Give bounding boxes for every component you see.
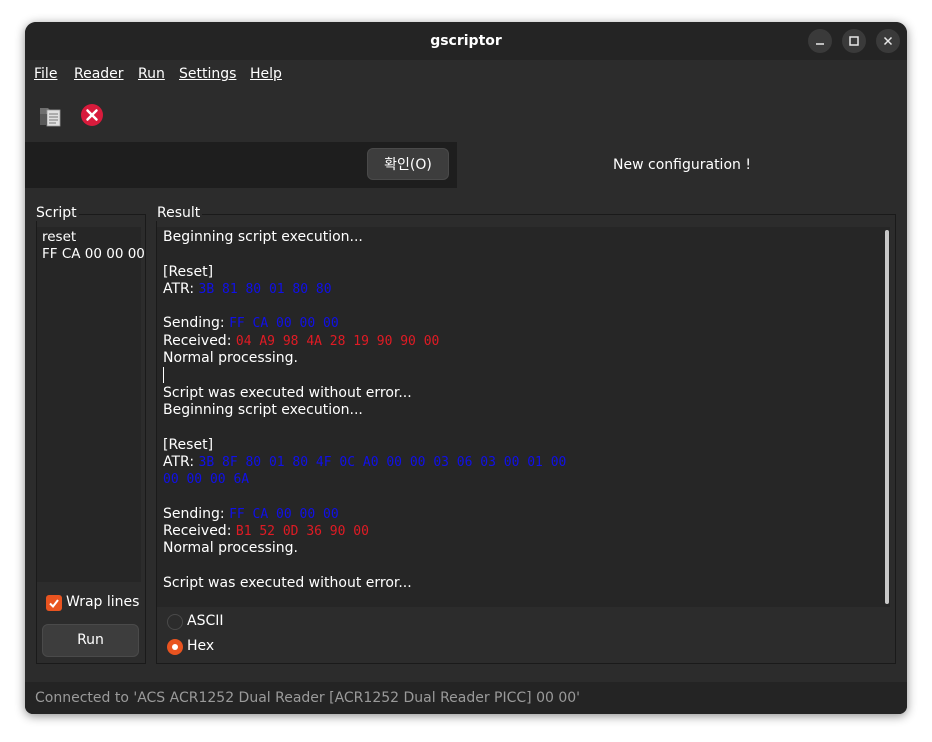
minimize-button[interactable]	[808, 29, 832, 53]
received-value: B1 52 0D 36 90 00	[235, 524, 369, 540]
result-scrollbar[interactable]	[885, 230, 889, 604]
received-value: 04 A9 98 4A 28 19 90 90 00	[235, 333, 440, 349]
app-window: gscriptor File Reader Run Settings Help	[25, 22, 907, 714]
stop-button[interactable]	[80, 102, 106, 128]
maximize-icon	[849, 36, 859, 46]
folder-document-icon	[40, 108, 61, 127]
result-line: Beginning script execution...	[163, 229, 363, 245]
result-line: Script was executed without error...	[163, 384, 412, 401]
ascii-label[interactable]: ASCII	[187, 613, 224, 629]
ascii-radio[interactable]	[167, 614, 183, 630]
sending-label: Sending:	[163, 505, 230, 522]
script-frame-label: Script	[34, 205, 79, 221]
atr-label: ATR:	[163, 280, 199, 297]
result-frame-label: Result	[155, 205, 203, 221]
red-close-icon	[81, 104, 103, 126]
received-label: Received:	[163, 332, 236, 349]
config-message: New configuration !	[613, 157, 751, 173]
ok-button[interactable]: 확인(O)	[367, 148, 449, 180]
minimize-icon	[816, 43, 824, 45]
sending-label: Sending:	[163, 315, 230, 332]
title-bar[interactable]: gscriptor	[25, 22, 907, 60]
result-output[interactable]: Beginning script execution... [Reset] AT…	[157, 227, 890, 607]
sending-value: FF CA 00 00 00	[229, 316, 339, 332]
radio-dot	[172, 644, 178, 650]
menu-reader[interactable]: Reader	[74, 60, 124, 88]
close-button[interactable]	[876, 29, 900, 53]
wrap-lines-label[interactable]: Wrap lines	[66, 594, 139, 610]
result-text: Beginning script execution... [Reset] AT…	[163, 229, 566, 592]
maximize-button[interactable]	[842, 29, 866, 53]
checkmark-icon	[49, 599, 59, 609]
result-line: Normal processing.	[163, 540, 299, 557]
result-line: Beginning script execution...	[163, 401, 363, 418]
status-bar: Connected to 'ACS ACR1252 Dual Reader [A…	[25, 682, 907, 714]
hex-label[interactable]: Hex	[187, 638, 214, 654]
close-icon	[883, 36, 893, 46]
atr-value: 3B 81 80 01 80 80	[198, 281, 332, 297]
atr-value-continued: 00 00 00 6A	[163, 472, 250, 488]
info-bar: 확인(O)	[25, 142, 457, 188]
wrap-lines-checkbox[interactable]	[46, 595, 62, 611]
atr-label: ATR:	[163, 453, 199, 470]
atr-value: 3B 8F 80 01 80 4F 0C A0 00 00 03 06 03 0…	[198, 454, 567, 470]
menu-settings[interactable]: Settings	[179, 60, 236, 88]
toolbar	[25, 88, 907, 142]
result-line: [Reset]	[163, 263, 214, 280]
received-label: Received:	[163, 523, 236, 540]
menu-file[interactable]: File	[34, 60, 57, 88]
status-text: Connected to 'ACS ACR1252 Dual Reader [A…	[35, 690, 581, 706]
sending-value: FF CA 00 00 00	[229, 506, 339, 522]
result-line: Normal processing.	[163, 350, 299, 367]
script-editor[interactable]: reset FF CA 00 00 00	[37, 227, 145, 582]
result-line: [Reset]	[163, 436, 214, 453]
text-cursor	[163, 367, 164, 384]
menu-bar: File Reader Run Settings Help	[25, 60, 907, 88]
open-button[interactable]	[38, 102, 64, 128]
hex-radio[interactable]	[167, 639, 183, 655]
menu-help[interactable]: Help	[250, 60, 282, 88]
menu-run[interactable]: Run	[138, 60, 165, 88]
result-line: Script was executed without error...	[163, 574, 412, 591]
window-title: gscriptor	[430, 33, 502, 49]
run-button[interactable]: Run	[42, 624, 139, 657]
